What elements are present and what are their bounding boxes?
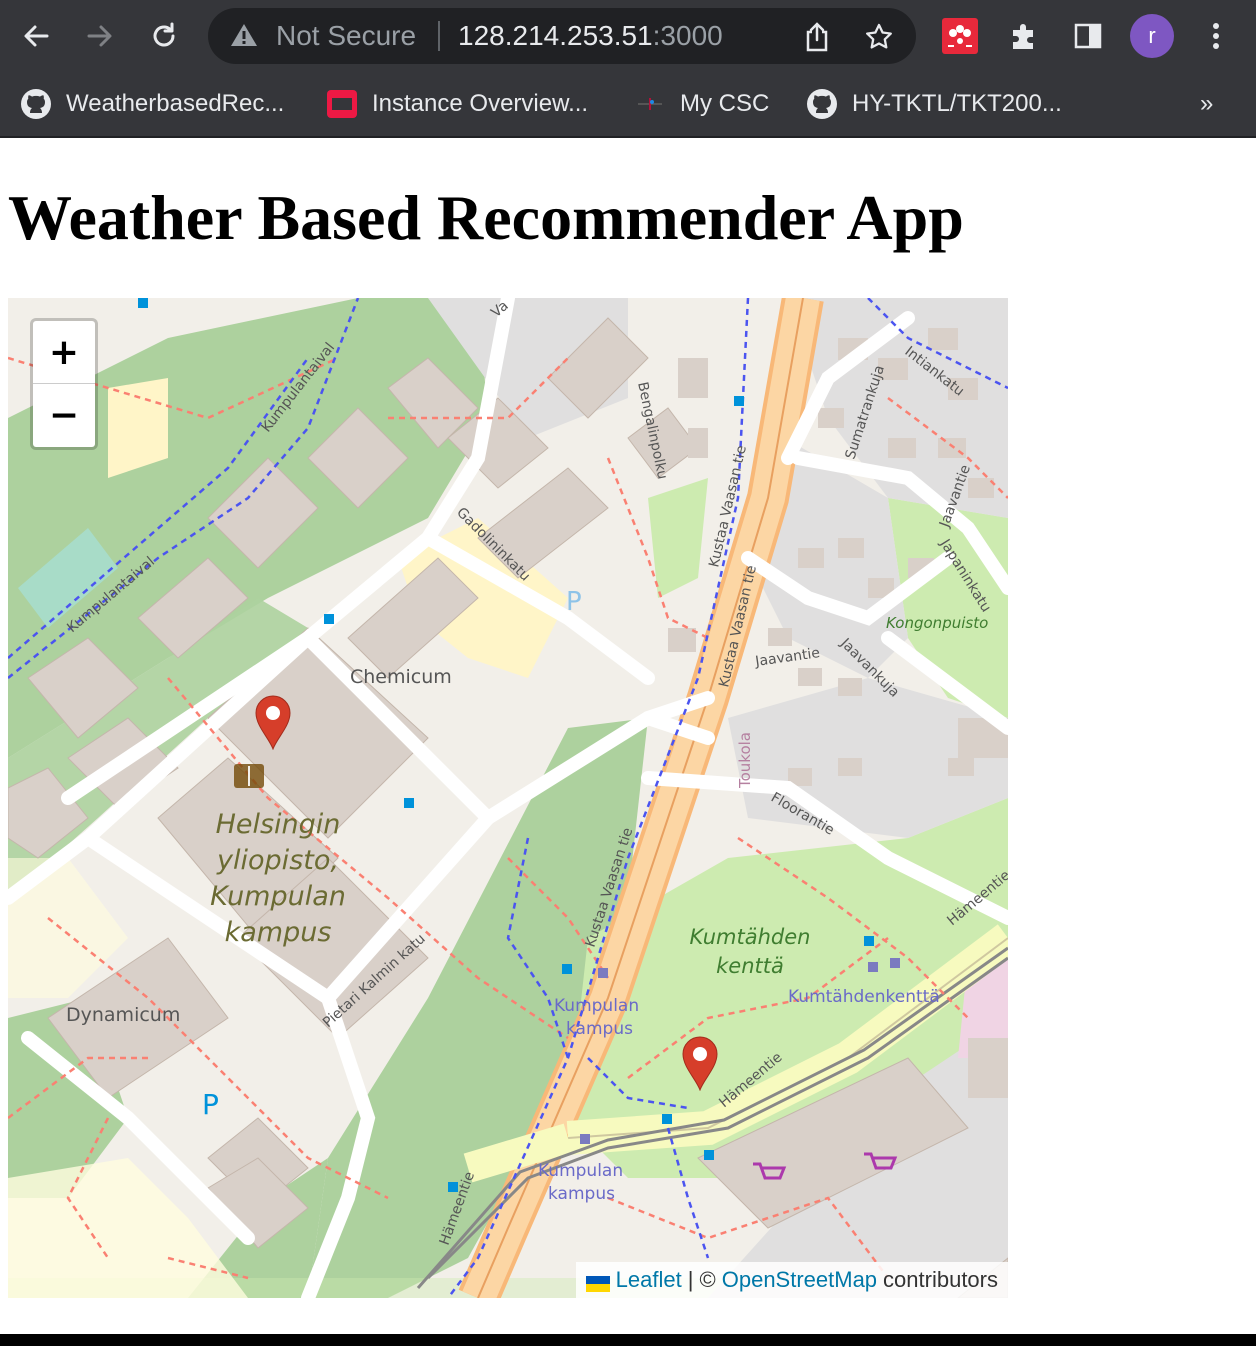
page-title: Weather Based Recommender App xyxy=(8,182,964,253)
forward-arrow-icon xyxy=(87,25,112,47)
label-stop2-b: kampus xyxy=(548,1184,615,1204)
label-kumtahden-1: Kumtähden xyxy=(690,925,811,949)
label-university-4: kampus xyxy=(225,917,332,948)
map-marker-campus[interactable] xyxy=(254,694,292,751)
url-host: 128.214.253.51 xyxy=(458,20,653,51)
bookmark-star-icon[interactable] xyxy=(864,22,894,52)
browser-menu-icon[interactable] xyxy=(1198,18,1234,54)
zoom-out-button[interactable]: − xyxy=(33,384,95,446)
map-container[interactable]: Kumpulantaival Kumpulantaival Gadolinink… xyxy=(8,298,1008,1298)
map-marker-kumtahden[interactable] xyxy=(681,1035,719,1092)
forward-button[interactable] xyxy=(78,14,122,58)
bookmark-instance-overview[interactable]: Instance Overview... xyxy=(326,82,588,126)
zoom-in-button[interactable]: + xyxy=(33,321,95,384)
bookmark-label: HY-TKTL/TKT200... xyxy=(852,90,1062,117)
label-kongonpuisto: Kongonpuisto xyxy=(886,614,988,632)
label-stop1-a: Kumpulan xyxy=(554,996,639,1016)
label-parking-1: P xyxy=(566,587,582,617)
profile-avatar[interactable]: r xyxy=(1130,14,1174,58)
map-pin-icon xyxy=(682,1036,718,1092)
label-chemicum: Chemicum xyxy=(350,666,452,688)
share-icon[interactable] xyxy=(802,22,832,52)
openstack-icon xyxy=(326,88,358,120)
openstreetmap-link[interactable]: OpenStreetMap xyxy=(722,1267,877,1293)
bookmarks-bar: WeatherbasedRec... Instance Overview... … xyxy=(0,72,1256,138)
bookmark-my-csc[interactable]: My CSC xyxy=(634,82,769,126)
label-university-3: Kumpulan xyxy=(210,881,346,912)
label-parking-2: P xyxy=(202,1088,219,1121)
back-arrow-icon xyxy=(24,25,49,47)
extensions-puzzle-icon[interactable] xyxy=(1006,18,1042,54)
omnibox-divider xyxy=(438,21,440,51)
bookmark-label: Instance Overview... xyxy=(372,90,589,117)
url-port: :3000 xyxy=(652,20,723,51)
url-text[interactable]: 128.214.253.51:3000 xyxy=(458,20,723,52)
label-kumtahden-2: kenttä xyxy=(716,954,784,978)
map-tiles[interactable]: Kumpulantaival Kumpulantaival Gadolinink… xyxy=(8,298,1008,1298)
label-university-2: yliopisto, xyxy=(216,845,339,876)
attribution-suffix: contributors xyxy=(883,1267,998,1292)
mendeley-extension-icon[interactable] xyxy=(942,18,978,54)
zoom-control: + − xyxy=(30,318,98,450)
warning-icon[interactable] xyxy=(230,22,258,53)
back-button[interactable] xyxy=(14,14,58,58)
more-bookmarks-button[interactable]: » xyxy=(1200,90,1213,118)
bookmark-label: WeatherbasedRec... xyxy=(66,90,285,117)
bookmark-hy-tktl[interactable]: HY-TKTL/TKT200... xyxy=(806,82,1062,126)
label-stop1-b: kampus xyxy=(566,1019,633,1039)
ukraine-flag-icon xyxy=(585,1272,610,1292)
label-university-1: Helsingin xyxy=(216,809,341,840)
label-toukola: Toukola xyxy=(736,732,754,789)
label-kumtahdenkentta: Kumtähdenkenttä xyxy=(788,987,940,1007)
side-panel-icon[interactable] xyxy=(1070,18,1106,54)
security-label[interactable]: Not Secure xyxy=(276,20,416,52)
csc-icon xyxy=(634,88,666,120)
attribution-separator: | © xyxy=(687,1267,716,1292)
window-bottom-edge xyxy=(0,1334,1256,1346)
github-icon xyxy=(806,88,838,120)
browser-toolbar: Not Secure 128.214.253.51:3000 r xyxy=(0,0,1256,72)
github-icon xyxy=(20,88,52,120)
reload-button[interactable] xyxy=(142,14,186,58)
label-stop2-a: Kumpulan xyxy=(538,1161,623,1181)
bookmark-weatherbased[interactable]: WeatherbasedRec... xyxy=(20,82,284,126)
address-bar[interactable]: Not Secure 128.214.253.51:3000 xyxy=(208,8,916,64)
bookmark-label: My CSC xyxy=(680,90,770,117)
map-attribution: Leaflet | © OpenStreetMap contributors xyxy=(575,1262,1008,1298)
leaflet-link[interactable]: Leaflet xyxy=(616,1267,682,1293)
map-pin-icon xyxy=(255,695,291,751)
reload-icon xyxy=(153,22,175,47)
label-dynamicum: Dynamicum xyxy=(66,1004,180,1026)
